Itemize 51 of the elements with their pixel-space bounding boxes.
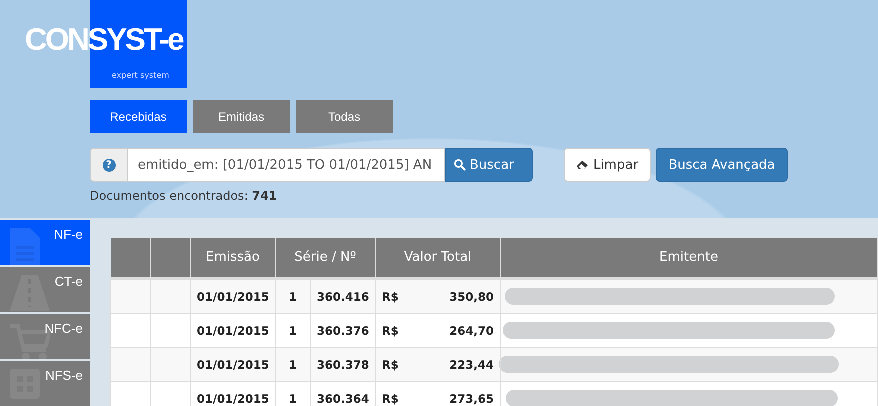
advanced-search-button[interactable]: Busca Avançada <box>656 148 788 182</box>
table-cell: 1 <box>276 348 310 382</box>
help-icon[interactable]: ? <box>102 158 116 172</box>
table-cell: 223,44 <box>416 348 501 382</box>
column-header[interactable]: Emissão <box>190 238 276 278</box>
table-cell: R$ <box>376 314 416 348</box>
table-cell <box>150 278 190 314</box>
sidebar-item[interactable]: NF-e <box>0 220 90 265</box>
table-cell: R$ <box>376 382 416 406</box>
table-cell <box>150 382 190 406</box>
search-icon <box>454 159 466 171</box>
table-cell: 350,80 <box>416 278 501 314</box>
search-button[interactable]: Buscar <box>445 148 533 182</box>
table-cell: 01/01/2015 <box>190 278 276 314</box>
table-cell: 01/01/2015 <box>190 382 276 406</box>
table-cell <box>110 382 150 406</box>
search-field[interactable]: emitido_em: [01/01/2015 TO 01/01/2015] AN <box>128 148 445 182</box>
table-cell: R$ <box>376 348 416 382</box>
tab[interactable]: Recebidas <box>90 100 187 133</box>
header-cell <box>150 238 190 278</box>
table-cell: 273,65 <box>416 382 501 406</box>
table-cell <box>150 314 190 348</box>
table-cell <box>110 348 150 382</box>
table-cell: 1 <box>276 382 310 406</box>
clear-button[interactable]: Limpar <box>564 148 651 182</box>
sidebar-item[interactable]: NFC-e <box>0 314 90 359</box>
header-cell <box>110 238 150 278</box>
table-cell: 1 <box>276 278 310 314</box>
table-cell <box>110 314 150 348</box>
road-icon <box>10 275 50 311</box>
table-cell: 360.378 <box>310 348 376 382</box>
table-cell: 1 <box>276 314 310 348</box>
table-cell <box>110 278 150 314</box>
table-cell: 01/01/2015 <box>190 348 276 382</box>
sidebar-item[interactable]: NFS-e <box>0 361 90 406</box>
column-header[interactable]: Série / Nº <box>276 238 376 278</box>
column-header[interactable]: Emitente <box>500 238 878 278</box>
table-cell: 360.364 <box>310 382 376 406</box>
sidebar-item[interactable]: CT-e <box>0 267 90 312</box>
table-cell: 360.416 <box>310 278 376 314</box>
logo-tagline: expert system <box>112 71 170 80</box>
table-cell: R$ <box>376 278 416 314</box>
help-addon[interactable]: ? <box>90 148 128 182</box>
tab[interactable]: Todas <box>296 100 393 133</box>
table-cell <box>150 348 190 382</box>
table-cell: 264,70 <box>416 314 501 348</box>
table-cell: 360.376 <box>310 314 376 348</box>
tab[interactable]: Emitidas <box>193 100 290 133</box>
result-count: Documentos encontrados: 741 <box>90 189 278 203</box>
column-header[interactable]: Valor Total <box>376 238 501 278</box>
table-cell: 01/01/2015 <box>190 314 276 348</box>
